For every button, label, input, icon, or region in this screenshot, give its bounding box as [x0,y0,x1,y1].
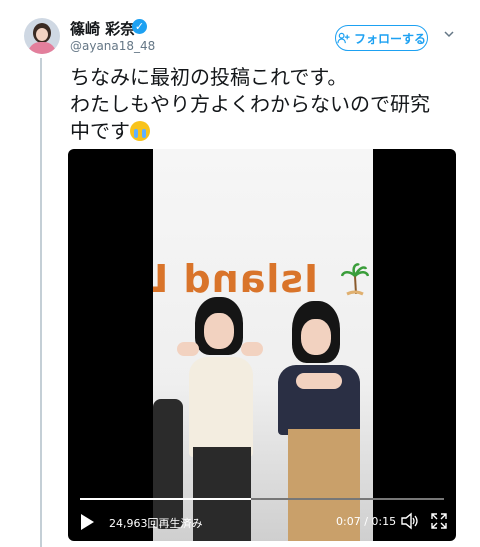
palm-tree-icon [341,263,369,296]
thread-line [40,58,42,547]
add-user-icon [337,32,350,43]
video-frame: Island L [153,149,373,541]
avatar[interactable] [24,18,60,54]
user-handle[interactable]: @ayana18_48 [70,39,155,53]
view-count: 24,963回再生済み [109,517,203,530]
chevron-down-icon[interactable] [443,28,455,40]
avatar-body [28,42,56,54]
tweet-text: ちなみに最初の投稿これです。わたしもやり方よくわからないので研究 中です [70,64,470,145]
video-player[interactable]: Island L 24,963回再生済み 0:07 / 0:15 [68,149,456,541]
wall-sign-text: Island L [153,257,319,301]
tweet-text-line-2: わたしもやり方よくわからないので研究 [70,92,430,116]
tweet-text-line-1: ちなみに最初の投稿これです。 [70,65,348,89]
follow-button[interactable]: フォローする [335,25,428,51]
avatar-face [36,28,48,41]
volume-icon[interactable] [400,512,420,530]
progress-fill [80,498,252,500]
play-icon[interactable] [81,514,94,530]
tweet-text-line-3: 中です [70,119,130,143]
follow-button-label: フォローする [353,31,426,46]
crying-face-icon [130,121,150,141]
progress-track[interactable] [80,498,444,500]
verified-badge-icon: ✓ [132,19,147,34]
time-display: 0:07 / 0:15 [336,515,397,528]
video-controls: 24,963回再生済み 0:07 / 0:15 [68,504,456,541]
display-name[interactable]: 篠崎 彩奈 [70,18,135,39]
fullscreen-icon[interactable] [430,512,448,530]
